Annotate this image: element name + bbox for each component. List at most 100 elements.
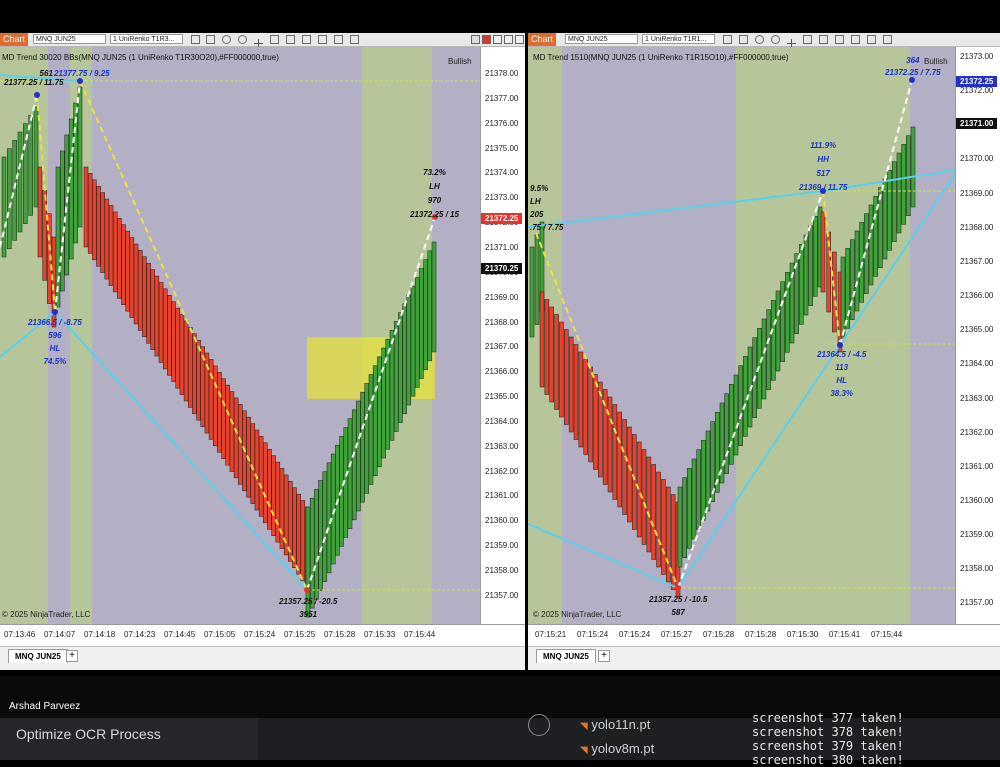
drawing-tool-icon[interactable] [206, 35, 215, 44]
renko-bar-up [393, 321, 399, 432]
zoom-out-icon[interactable] [238, 35, 247, 44]
snapshot-icon[interactable] [867, 35, 876, 44]
copyright-text: © 2025 NinjaTrader, LLC [533, 610, 622, 619]
list-icon[interactable] [883, 35, 892, 44]
task-title[interactable]: Optimize OCR Process [16, 726, 161, 742]
file-item[interactable]: ◥ yolo11n.pt [580, 714, 654, 738]
right-toolbar: Chart MNQ JUN25 1 UniRenko T1R1... [528, 33, 1000, 48]
properties-icon[interactable] [270, 35, 279, 44]
left-chart-window: Chart MNQ JUN25 1 UniRenko T1R3... MD Tr… [0, 33, 525, 670]
swing-label-high-right: 73.2% LH 970 21372.25 / 15 [410, 168, 459, 219]
list-icon[interactable] [350, 35, 359, 44]
color-link-icon[interactable] [471, 35, 480, 44]
bar-type-select[interactable]: 1 UniRenko T1R3... [110, 34, 183, 44]
chart-menu-button[interactable]: Chart [528, 33, 557, 46]
time-tick-label: 07:13:46 [4, 630, 36, 639]
minimize-button[interactable] [482, 35, 491, 44]
time-tick-label: 07:15:33 [364, 630, 396, 639]
renko-bar-up [701, 440, 706, 521]
left-price-axis[interactable]: 21378.00 21377.00 21376.00 21375.00 21374.00… [480, 47, 525, 624]
crosshair-icon[interactable] [787, 35, 796, 48]
renko-bar-up [813, 216, 818, 297]
renko-bar-down [258, 436, 264, 517]
renko-bar-down [578, 351, 584, 448]
chart-menu-button[interactable]: Chart [0, 33, 29, 46]
swing-label-top-mid: 21377.75 / 9.25 [54, 69, 110, 78]
copyright-text: © 2025 NinjaTrader, LLC [2, 610, 91, 619]
zoom-out-icon[interactable] [771, 35, 780, 44]
rss-file-icon: ◥ [580, 745, 588, 756]
renko-bar-down [568, 336, 574, 433]
right-price-plot[interactable]: MD Trend 1510(MNQ JUN25 (1 UniRenko T1R1… [528, 47, 955, 624]
time-tick-label: 07:15:28 [703, 630, 735, 639]
renko-bar-up [427, 250, 433, 362]
renko-bar-up [696, 449, 701, 530]
price-tick-label: 21364.00 [485, 416, 519, 426]
user-name: Arshad Parveez [9, 701, 81, 712]
time-tick-label: 07:14:18 [84, 630, 116, 639]
file-item[interactable]: ◥ yolov8m.pt [580, 738, 654, 762]
add-tab-button[interactable]: + [66, 650, 78, 662]
instrument-tab[interactable]: MNQ JUN25 [8, 649, 68, 663]
renko-bar-up [406, 294, 412, 406]
account-icon[interactable] [528, 714, 550, 736]
renko-bar-down [627, 426, 632, 523]
price-tick-label: 21357.00 [960, 598, 994, 608]
maximize-button[interactable] [504, 35, 513, 44]
renko-bar-down [217, 372, 222, 453]
strategies-icon[interactable] [302, 35, 311, 44]
renko-bar-down [179, 314, 185, 395]
instrument-select[interactable]: MNQ JUN25 [33, 34, 106, 44]
properties-icon[interactable] [803, 35, 812, 44]
renko-bar-down [539, 291, 545, 388]
price-tick-label: 21367.00 [485, 342, 519, 352]
renko-bar-down [92, 179, 97, 261]
zoom-in-icon[interactable] [755, 35, 764, 44]
left-price-plot[interactable]: MD Trend 30020 BBs(MNQ JUN25 (1 UniRenko… [0, 47, 480, 624]
time-tick-label: 07:15:41 [829, 630, 861, 639]
bar-style-icon[interactable] [191, 35, 200, 44]
templates-icon[interactable] [318, 35, 327, 44]
renko-bar-up [910, 126, 916, 208]
time-tick-label: 07:15:24 [577, 630, 609, 639]
crosshair-icon[interactable] [254, 35, 263, 48]
add-tab-button[interactable]: + [598, 650, 610, 662]
price-tick-label: 21368.00 [960, 222, 994, 232]
renko-bar-up [419, 268, 424, 379]
templates-icon[interactable] [851, 35, 860, 44]
left-time-axis[interactable]: 07:13:46 07:14:07 07:14:18 07:14:23 07:14:45… [0, 624, 525, 647]
right-time-axis[interactable]: 07:15:21 07:15:24 07:15:24 07:15:27 07:15:28… [528, 624, 1000, 647]
renko-bar-down [133, 243, 139, 325]
renko-bar-up [808, 225, 813, 306]
price-tick-label: 21373.00 [485, 193, 519, 203]
renko-bar-down [121, 224, 126, 305]
indicators-icon[interactable] [286, 35, 295, 44]
renko-bar-up [368, 374, 374, 485]
renko-bar-down [670, 494, 676, 590]
indicators-icon[interactable] [819, 35, 828, 44]
renko-bar-down [661, 479, 666, 575]
renko-bar-up [766, 309, 771, 390]
close-button[interactable] [515, 35, 524, 44]
bar-style-icon[interactable] [723, 35, 732, 44]
renko-bar-up [410, 285, 416, 397]
renko-bar-down [154, 275, 160, 357]
snapshot-icon[interactable] [334, 35, 343, 44]
instrument-tab[interactable]: MNQ JUN25 [536, 649, 596, 663]
drawing-tool-icon[interactable] [739, 35, 748, 44]
renko-bar-up [845, 248, 850, 329]
right-price-axis[interactable]: 21373.00 21372.00 21371.00 21370.00 21369.00… [955, 47, 1000, 624]
instrument-select[interactable]: MNQ JUN25 [565, 34, 638, 44]
price-tick-label: 21372.00 [960, 86, 994, 96]
renko-bar-down [117, 218, 122, 299]
renko-bar-down [187, 327, 193, 408]
left-tab-bar: MNQ JUN25 + [0, 646, 525, 670]
restore-button[interactable] [493, 35, 502, 44]
price-tick-label: 21373.00 [960, 52, 994, 61]
strategies-icon[interactable] [835, 35, 844, 44]
zoom-in-icon[interactable] [222, 35, 231, 44]
renko-bar-down [622, 419, 627, 515]
renko-bar-down [607, 396, 613, 493]
bar-type-select[interactable]: 1 UniRenko T1R1... [642, 34, 715, 44]
right-tab-bar: MNQ JUN25 + [528, 646, 1000, 670]
